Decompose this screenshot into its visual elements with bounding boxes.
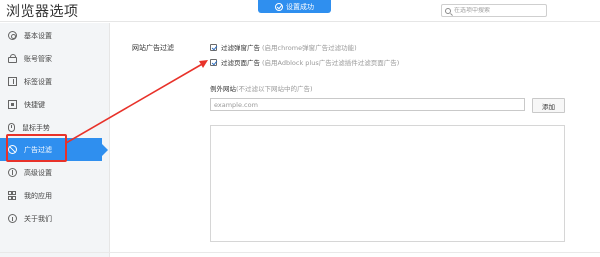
- annotation-arrow: [65, 60, 208, 144]
- annotation-arrow-line: [65, 62, 205, 144]
- annotation-arrow-head: [199, 60, 208, 68]
- settings-page: 浏览器选项 设置成功 基本设置 账号管家 标签设置 快捷键 鼠标手势: [0, 0, 600, 257]
